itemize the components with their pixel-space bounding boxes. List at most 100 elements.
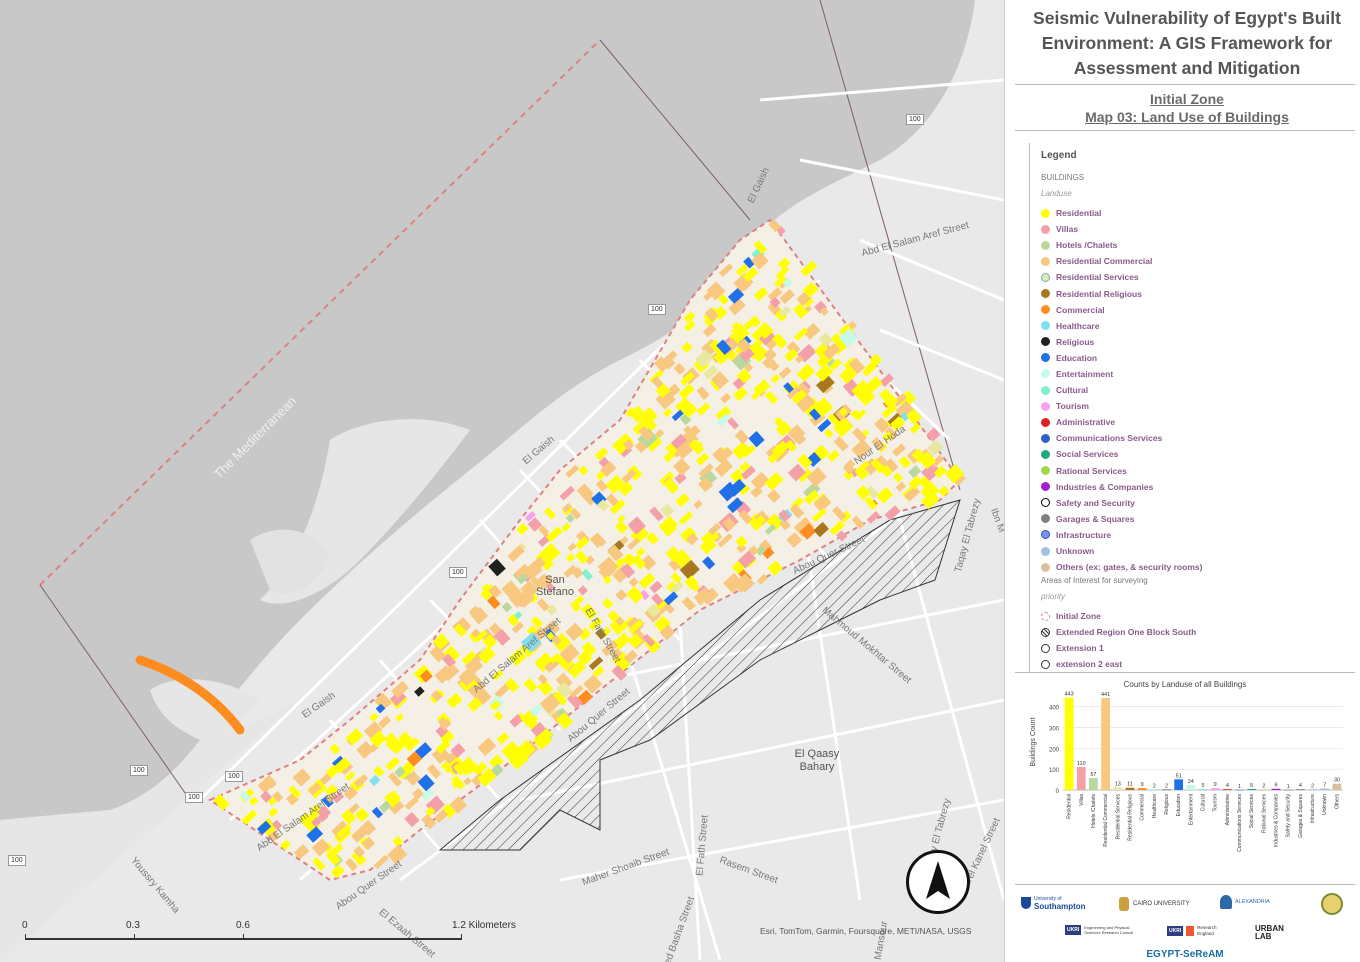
legend-item: Residential Religious bbox=[1041, 285, 1349, 301]
bar-value-label: 51 bbox=[1176, 773, 1182, 779]
legend-label: Entertainment bbox=[1056, 368, 1114, 379]
legend-zone-item: Initial Zone bbox=[1041, 608, 1349, 624]
north-arrow-glyph bbox=[926, 861, 950, 899]
legend-label: Initial Zone bbox=[1056, 611, 1101, 622]
bar bbox=[1259, 789, 1269, 791]
bar-value-label: 2 bbox=[1153, 784, 1156, 790]
bar bbox=[1162, 789, 1171, 791]
legend-label: Social Services bbox=[1056, 449, 1119, 460]
bar-value-label: 9 bbox=[1141, 782, 1144, 788]
legend-item: Others (ex: gates, & security rooms) bbox=[1041, 559, 1349, 575]
legend-swatch-icon bbox=[1041, 321, 1050, 331]
legend-label: Hotels /Chalets bbox=[1056, 240, 1118, 251]
legend-swatch-icon bbox=[1041, 514, 1050, 524]
legend-swatch-icon bbox=[1041, 256, 1050, 266]
bar bbox=[1332, 783, 1342, 790]
bar-value-label: 2 bbox=[1262, 784, 1265, 790]
scale-tick-label: 0 bbox=[22, 920, 28, 931]
bar-value-label: 9 bbox=[1214, 782, 1217, 788]
bar-value-label: 110 bbox=[1077, 761, 1086, 767]
legend-label: Communications Services bbox=[1056, 433, 1163, 444]
bar bbox=[1210, 788, 1220, 790]
crest-icon bbox=[1220, 895, 1232, 909]
legend-item: Rational Services bbox=[1041, 463, 1349, 479]
legend-divider bbox=[1015, 672, 1355, 673]
y-tick-label: 100 bbox=[1049, 768, 1060, 774]
legend-section: BUILDINGS bbox=[1041, 173, 1085, 182]
bar-value-label: 5 bbox=[1250, 783, 1253, 789]
legend-item: Residential Commercial bbox=[1041, 253, 1349, 269]
legend-swatch-icon bbox=[1041, 466, 1050, 476]
legend-zone-item: extension 2 east bbox=[1041, 656, 1349, 672]
map-canvas[interactable]: The Mediterranean San Stefano El Qaasy B… bbox=[0, 0, 1004, 962]
circle-icon bbox=[1041, 659, 1050, 669]
map-subtitle: Map 03: Land Use of Buildings bbox=[1085, 109, 1289, 125]
re-block-icon bbox=[1186, 926, 1195, 936]
alexandria-logo: ALEXANDRIA bbox=[1220, 895, 1270, 909]
category-label: Entertainment bbox=[1188, 793, 1194, 825]
legend-subsection: Landuse bbox=[1041, 189, 1072, 198]
bar bbox=[1125, 787, 1135, 790]
legend-item: Social Services bbox=[1041, 446, 1349, 462]
research-england-logo: UKRI Research England bbox=[1167, 925, 1223, 937]
legend-swatch-icon bbox=[1041, 433, 1050, 443]
bar bbox=[1101, 697, 1110, 790]
legend-label: Residential Services bbox=[1056, 272, 1139, 283]
bar bbox=[1283, 789, 1293, 791]
legend-label: Commercial bbox=[1056, 304, 1105, 315]
legend-item: Entertainment bbox=[1041, 366, 1349, 382]
bar bbox=[1076, 767, 1086, 790]
category-label: Administrative bbox=[1225, 794, 1231, 826]
bar-value-label: 2 bbox=[1311, 784, 1314, 790]
zone-subtitle: Initial Zone bbox=[1150, 91, 1224, 107]
legend-label: Education bbox=[1056, 352, 1098, 363]
legend-zones: Initial Zone Extended Region One Block So… bbox=[1041, 608, 1349, 672]
bar bbox=[1089, 778, 1098, 790]
bar-value-label: 57 bbox=[1090, 772, 1096, 778]
legend-swatch-icon bbox=[1041, 385, 1050, 395]
legend-item: Infrastructure bbox=[1041, 527, 1349, 543]
category-label: Commercial bbox=[1140, 794, 1146, 821]
chart-plot: 0 100 200 300 400 Buildings Count 443 Residenti… bbox=[1030, 692, 1343, 852]
scale-bar: 0 0.3 0.6 1.2 Kilometers bbox=[22, 920, 516, 946]
ukri-badge: UKRI bbox=[1167, 926, 1184, 936]
bar-value-label: 441 bbox=[1101, 692, 1110, 698]
attribution: Esri, TomTom, Garmin, Foursquare, METI/N… bbox=[760, 926, 972, 936]
category-label: Religious bbox=[1164, 794, 1170, 815]
category-label: Education bbox=[1176, 794, 1182, 816]
legend-item: Cultural bbox=[1041, 382, 1349, 398]
dashed-circle-icon bbox=[1041, 611, 1050, 621]
route-shield: 100 bbox=[648, 304, 666, 315]
title-line: Assessment and Mitigation bbox=[1073, 58, 1301, 78]
bar bbox=[1137, 788, 1147, 790]
legend-swatch-icon bbox=[1041, 353, 1050, 363]
legend-swatch-icon bbox=[1041, 272, 1050, 282]
footer-title: EGYPT-SeReAM bbox=[1146, 949, 1224, 960]
legend: Legend BUILDINGS Landuse Residential Vill… bbox=[1029, 143, 1349, 673]
legend-label: Villas bbox=[1056, 224, 1079, 235]
y-tick-label: 400 bbox=[1049, 706, 1060, 712]
y-axis-label: Buildings Count bbox=[1030, 717, 1037, 766]
bar bbox=[1247, 788, 1257, 790]
shield-icon bbox=[1021, 897, 1031, 909]
legend-swatch-icon bbox=[1041, 401, 1050, 411]
bar bbox=[1174, 779, 1184, 790]
route-shield: 100 bbox=[8, 855, 26, 866]
scale-tick bbox=[243, 934, 244, 940]
ukri-badge: UKRI bbox=[1065, 925, 1082, 935]
bar bbox=[1308, 789, 1317, 791]
seal-logo bbox=[1321, 893, 1343, 915]
legend-label: Safety and Security bbox=[1056, 497, 1135, 508]
category-label: Residential Commercial bbox=[1103, 794, 1109, 847]
legend-swatch-icon bbox=[1041, 224, 1050, 234]
category-label: Infrastructure bbox=[1310, 794, 1316, 824]
legend-item: Residential Services bbox=[1041, 269, 1349, 285]
category-label: Communications Services bbox=[1237, 794, 1243, 852]
scale-tick bbox=[25, 934, 26, 940]
legend-item: Tourism bbox=[1041, 398, 1349, 414]
category-label: Social Services bbox=[1249, 794, 1255, 829]
category-label: Tourism bbox=[1213, 794, 1219, 812]
epsrc-name: Engineering and Physical Sciences Resear… bbox=[1084, 925, 1134, 935]
legend-label: Extension 1 bbox=[1056, 643, 1104, 654]
epsrc-logo: UKRI Engineering and Physical Sciences R… bbox=[1065, 925, 1134, 935]
